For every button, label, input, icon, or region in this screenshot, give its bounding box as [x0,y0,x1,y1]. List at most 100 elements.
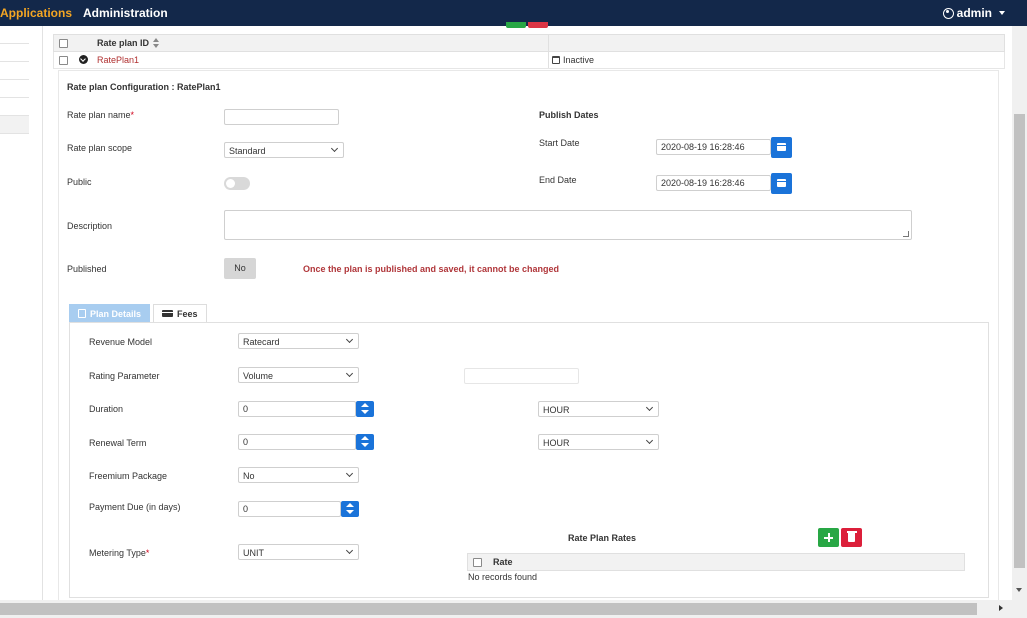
chevron-down-icon [345,469,354,478]
rating-parameter-extra-input[interactable] [464,368,579,384]
sidebar-item[interactable] [0,26,29,44]
arrow-down-icon[interactable] [361,443,369,447]
status-cell: Inactive [552,55,594,65]
caret-down-icon [999,11,1005,15]
arrow-up-icon[interactable] [346,503,354,507]
rate-plan-name-input[interactable] [224,109,339,125]
user-name: admin [956,6,992,20]
public-label: Public [67,177,92,187]
nav-applications[interactable]: Applications [0,6,72,20]
published-label: Published [67,264,107,274]
chevron-down-circle-icon[interactable] [79,55,88,64]
end-date-label: End Date [539,175,577,185]
start-date-label: Start Date [539,138,580,148]
start-date-calendar-button[interactable] [771,137,792,158]
config-title: Rate plan Configuration : RatePlan1 [67,82,221,92]
delete-rate-button[interactable] [841,528,862,547]
payment-due-label: Payment Due (in days) [89,502,181,512]
table-row[interactable]: RatePlan1 Inactive [53,52,1005,69]
credit-card-icon [162,310,173,317]
end-date-calendar-button[interactable] [771,173,792,194]
sidebar-item[interactable] [0,98,29,116]
plus-icon [824,533,833,542]
horizontal-scrollbar-thumb[interactable] [0,603,977,615]
duration-stepper[interactable] [356,401,374,417]
rating-parameter-select[interactable]: Volume [238,367,359,383]
revenue-model-select[interactable]: Ratecard [238,333,359,349]
metering-type-label: Metering Type* [89,548,149,558]
column-header-rate[interactable]: Rate [493,557,513,567]
revenue-model-label: Revenue Model [89,337,153,347]
add-rate-plan-button[interactable] [506,22,526,28]
chevron-down-icon [345,546,354,555]
column-divider [548,35,549,51]
tab-plan-details[interactable]: Plan Details [69,304,151,322]
freemium-package-select[interactable]: No [238,467,359,483]
sidebar-item[interactable] [0,80,29,98]
arrow-down-icon[interactable] [346,510,354,514]
arrow-up-icon[interactable] [361,436,369,440]
select-value: UNIT [243,548,264,558]
column-header-rate-plan-id[interactable]: Rate plan ID [97,38,149,48]
select-value: Standard [229,146,266,156]
renewal-term-input[interactable] [238,434,356,450]
end-date-input[interactable] [656,175,771,191]
calendar-icon [552,56,560,64]
nav-administration[interactable]: Administration [83,6,168,20]
calendar-icon [777,143,786,151]
rates-select-all-checkbox[interactable] [473,558,482,567]
rates-table-header: Rate [467,553,965,571]
tab-fees[interactable]: Fees [153,304,207,322]
sidebar [0,26,29,136]
rates-empty-message: No records found [468,572,538,582]
select-all-checkbox[interactable] [59,39,68,48]
payment-due-stepper[interactable] [341,501,359,517]
select-value: Ratecard [243,337,280,347]
rate-plan-scope-select[interactable]: Standard [224,142,344,158]
published-toggle-button[interactable]: No [224,258,256,279]
label-text: Rate plan name [67,110,131,120]
start-date-input[interactable] [656,139,771,155]
required-mark: * [145,548,150,558]
renewal-term-unit-select[interactable]: HOUR [538,434,659,450]
scroll-right-arrow-icon[interactable] [999,605,1003,611]
arrow-up-icon[interactable] [361,403,369,407]
status-text: Inactive [563,55,595,65]
resize-grip-icon[interactable] [903,231,909,237]
chevron-down-icon [345,335,354,344]
renewal-term-label: Renewal Term [89,438,147,448]
description-textarea[interactable] [224,210,912,240]
sort-icon[interactable] [153,38,159,48]
sidebar-item[interactable] [0,44,29,62]
delete-rate-plan-button[interactable] [528,22,548,28]
add-rate-button[interactable] [818,528,839,547]
duration-label: Duration [89,404,124,414]
rate-plan-link[interactable]: RatePlan1 [97,55,139,65]
rating-parameter-label: Rating Parameter [89,371,160,381]
renewal-term-stepper[interactable] [356,434,374,450]
user-circle-icon [942,7,954,19]
label-text: Metering Type [89,548,146,558]
duration-input[interactable] [238,401,356,417]
publish-dates-heading: Publish Dates [539,110,599,120]
payment-due-input[interactable] [238,501,341,517]
sidebar-item[interactable] [0,62,29,80]
metering-type-select[interactable]: UNIT [238,544,359,560]
select-value: Volume [243,371,274,381]
sidebar-item[interactable] [0,116,29,134]
arrow-down-icon[interactable] [361,410,369,414]
vertical-scrollbar-thumb[interactable] [1014,114,1025,568]
scroll-down-arrow-icon[interactable] [1016,588,1022,592]
public-toggle[interactable] [224,177,250,190]
column-divider [548,52,549,68]
user-menu[interactable]: admin [942,6,1005,20]
row-checkbox[interactable] [59,56,68,65]
duration-unit-select[interactable]: HOUR [538,401,659,417]
rate-plan-name-label: Rate plan name* [67,110,134,120]
rate-plan-rates-title: Rate Plan Rates [568,533,637,543]
chevron-down-icon [330,144,339,153]
chevron-down-icon [645,403,654,412]
divider [42,26,43,606]
calendar-icon [777,179,786,187]
required-mark: * [130,110,135,120]
